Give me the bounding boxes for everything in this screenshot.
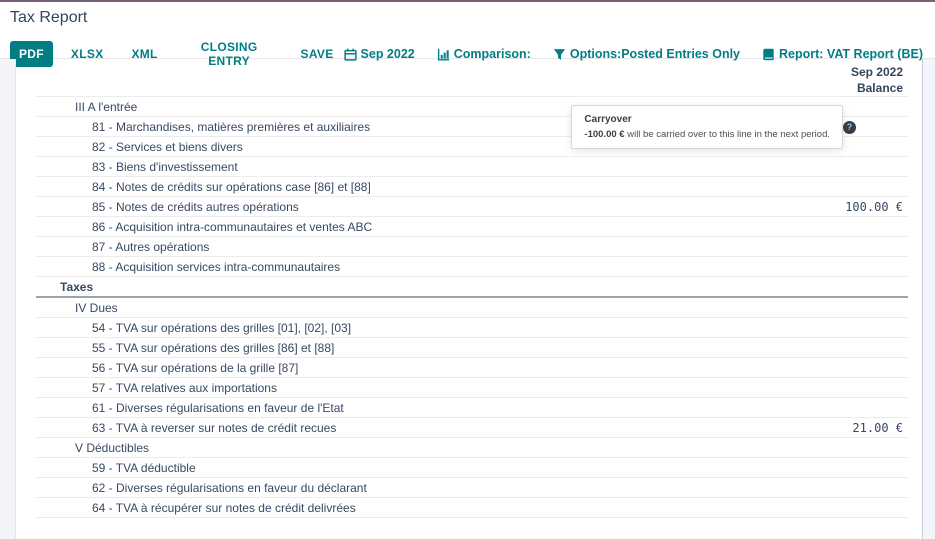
- period-filter[interactable]: Sep 2022: [344, 47, 415, 61]
- row-label: 84 - Notes de crédits sur opérations cas…: [36, 180, 371, 194]
- row-label: 62 - Diverses régularisations en faveur …: [36, 481, 367, 495]
- row-label: III A l'entrée: [36, 100, 137, 114]
- row-label: 83 - Biens d'investissement: [36, 160, 238, 174]
- export-buttons: PDF XLSX XML CLOSING ENTRY SAVE: [10, 34, 344, 74]
- row-label: 82 - Services et biens divers: [36, 140, 243, 154]
- row-label: 54 - TVA sur opérations des grilles [01]…: [36, 321, 351, 335]
- table-row[interactable]: 86 - Acquisition intra-communautaires et…: [36, 217, 908, 237]
- row-label: 87 - Autres opérations: [36, 240, 209, 254]
- filter-bar: Sep 2022 Comparison:: [344, 47, 923, 61]
- filter-icon: [553, 48, 566, 61]
- table-row[interactable]: IV Dues: [36, 298, 908, 318]
- bar-chart-icon: [437, 48, 450, 61]
- table-row[interactable]: 87 - Autres opérations: [36, 237, 908, 257]
- carryover-tooltip: Carryover -100.00 € will be carried over…: [571, 105, 843, 149]
- table-row[interactable]: 85 - Notes de crédits autres opérations 1…: [36, 197, 908, 217]
- row-label: 64 - TVA à récupérer sur notes de crédit…: [36, 501, 356, 515]
- page-title: Tax Report: [10, 9, 925, 27]
- column-headers: Sep 2022 Balance: [851, 64, 903, 96]
- tooltip-amount: -100.00 €: [584, 129, 624, 140]
- vertical-scrollbar[interactable]: [922, 59, 935, 539]
- calendar-icon: [344, 48, 357, 61]
- row-label: 88 - Acquisition services intra-communau…: [36, 260, 340, 274]
- tooltip-text: -100.00 € will be carried over to this l…: [584, 129, 830, 140]
- row-label: IV Dues: [36, 301, 118, 315]
- row-balance-value: 100.00 €: [845, 200, 908, 214]
- tooltip-title: Carryover: [584, 114, 830, 125]
- row-balance-value: 21.00 €: [852, 421, 908, 435]
- row-label: 81 - Marchandises, matières premières et…: [36, 120, 370, 134]
- report-filter[interactable]: Report: VAT Report (BE): [762, 47, 923, 61]
- table-row[interactable]: Taxes: [36, 277, 908, 298]
- row-label: 57 - TVA relatives aux importations: [36, 381, 277, 395]
- closing-entry-button[interactable]: CLOSING ENTRY: [176, 34, 283, 74]
- table-row[interactable]: V Déductibles: [36, 438, 908, 458]
- xlsx-button[interactable]: XLSX: [61, 41, 114, 67]
- question-circle-icon[interactable]: ?: [843, 121, 856, 134]
- table-row[interactable]: 62 - Diverses régularisations en faveur …: [36, 478, 908, 498]
- row-label: 85 - Notes de crédits autres opérations: [36, 200, 299, 214]
- book-icon: [762, 48, 775, 61]
- report-filter-label: Report: VAT Report (BE): [779, 47, 923, 61]
- column-header-balance: Balance: [851, 80, 903, 96]
- save-button[interactable]: SAVE: [291, 41, 344, 67]
- options-filter-label: Options:Posted Entries Only: [570, 47, 740, 61]
- table-row[interactable]: 57 - TVA relatives aux importations: [36, 378, 908, 398]
- table-row[interactable]: 56 - TVA sur opérations de la grille [87…: [36, 358, 908, 378]
- row-label: 55 - TVA sur opérations des grilles [86]…: [36, 341, 334, 355]
- comparison-filter-label: Comparison:: [454, 47, 531, 61]
- column-header-period: Sep 2022: [851, 64, 903, 80]
- table-row[interactable]: 61 - Diverses régularisations en faveur …: [36, 398, 908, 418]
- table-row[interactable]: 83 - Biens d'investissement: [36, 157, 908, 177]
- row-label: 63 - TVA à reverser sur notes de crédit …: [36, 421, 336, 435]
- row-label: 61 - Diverses régularisations en faveur …: [36, 401, 344, 415]
- options-filter[interactable]: Options:Posted Entries Only: [553, 47, 740, 61]
- row-label: V Déductibles: [36, 441, 149, 455]
- table-row[interactable]: 88 - Acquisition services intra-communau…: [36, 257, 908, 277]
- xml-button[interactable]: XML: [121, 41, 167, 67]
- comparison-filter[interactable]: Comparison:: [437, 47, 531, 61]
- row-label: 59 - TVA déductible: [36, 461, 196, 475]
- table-row[interactable]: 59 - TVA déductible: [36, 458, 908, 478]
- report-header: Tax Report PDF XLSX XML CLOSING ENTRY SA…: [0, 2, 935, 59]
- tooltip-message: will be carried over to this line in the…: [625, 129, 830, 140]
- report-toolbar: PDF XLSX XML CLOSING ENTRY SAVE Sep 2022: [10, 34, 925, 74]
- left-gutter: [0, 59, 16, 539]
- report-table-body: III A l'entrée 81 - Marchandises, matière…: [36, 96, 908, 518]
- table-row[interactable]: 84 - Notes de crédits sur opérations cas…: [36, 177, 908, 197]
- table-row[interactable]: 63 - TVA à reverser sur notes de crédit …: [36, 418, 908, 438]
- table-row[interactable]: 64 - TVA à récupérer sur notes de crédit…: [36, 498, 908, 518]
- row-label: 56 - TVA sur opérations de la grille [87…: [36, 361, 298, 375]
- table-row[interactable]: 54 - TVA sur opérations des grilles [01]…: [36, 318, 908, 338]
- table-row[interactable]: 55 - TVA sur opérations des grilles [86]…: [36, 338, 908, 358]
- pdf-button[interactable]: PDF: [10, 41, 53, 67]
- period-filter-label: Sep 2022: [361, 47, 415, 61]
- row-label: 86 - Acquisition intra-communautaires et…: [36, 220, 372, 234]
- row-label: Taxes: [36, 280, 93, 294]
